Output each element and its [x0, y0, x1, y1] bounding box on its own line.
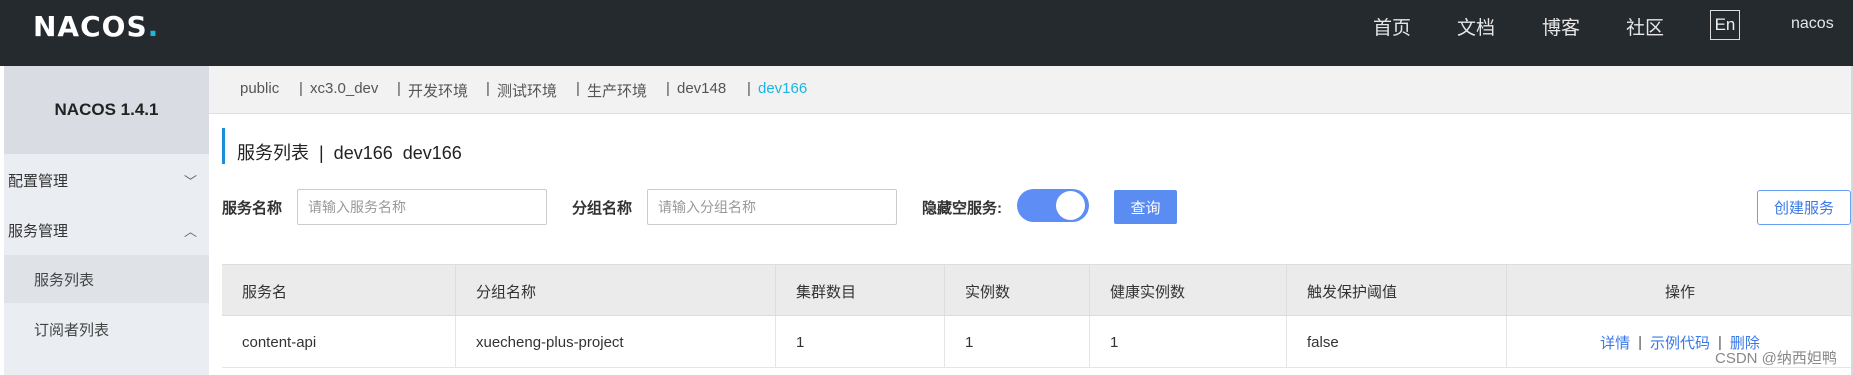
column-header: 触发保护阈值 — [1287, 265, 1507, 317]
user-menu[interactable]: nacos — [1791, 15, 1834, 33]
cell-healthy-count: 1 — [1090, 316, 1287, 368]
namespace-public[interactable]: public — [240, 80, 279, 97]
query-button[interactable]: 查询 — [1114, 190, 1177, 224]
namespace-bar: public | xc3.0_dev | 开发环境 | 测试环境 | 生产环境 … — [209, 66, 1853, 114]
toggle-knob — [1056, 191, 1085, 220]
namespace-dev148[interactable]: dev148 — [677, 80, 726, 97]
service-name-label: 服务名称 — [222, 200, 283, 217]
column-header: 服务名 — [222, 265, 456, 317]
top-header: NACOS. 首页 文档 博客 社区 En nacos — [0, 0, 1853, 66]
chevron-down-icon: ﹀ — [183, 174, 197, 189]
table-row: content-api xuecheng-plus-project 1 1 1 … — [222, 316, 1853, 368]
hide-empty-toggle[interactable] — [1017, 189, 1089, 222]
sidebar-item-subscriber-list[interactable]: 订阅者列表 — [4, 305, 209, 353]
language-toggle-button[interactable]: En — [1710, 10, 1740, 40]
column-header: 集群数目 — [776, 265, 945, 317]
group-name-input[interactable] — [647, 189, 897, 225]
detail-link[interactable]: 详情 — [1600, 332, 1630, 353]
service-name-input[interactable] — [297, 189, 547, 225]
namespace-prod-env[interactable]: 生产环境 — [587, 80, 647, 101]
column-header: 实例数 — [945, 265, 1090, 317]
namespace-separator: | — [747, 80, 751, 97]
cell-cluster-count: 1 — [776, 316, 945, 368]
nacos-logo[interactable]: NACOS. — [33, 10, 159, 43]
sample-code-link[interactable]: 示例代码 — [1650, 332, 1710, 353]
nav-home[interactable]: 首页 — [1373, 13, 1411, 40]
logo-dot: . — [147, 10, 160, 43]
title-accent-bar — [222, 128, 225, 164]
namespace-dev166[interactable]: dev166 — [758, 80, 807, 97]
namespace-separator: | — [299, 80, 303, 97]
sidebar-item-label: 配置管理 — [8, 172, 69, 190]
cell-service-name: content-api — [222, 316, 456, 368]
sidebar: NACOS 1.4.1 配置管理 ﹀ 服务管理 ︿ 服务列表 订阅者列表 — [4, 66, 209, 375]
namespace-separator: | — [666, 80, 670, 97]
namespace-xc3-dev[interactable]: xc3.0_dev — [310, 80, 378, 97]
sidebar-version: NACOS 1.4.1 — [4, 66, 209, 154]
create-service-button[interactable]: 创建服务 — [1757, 190, 1851, 225]
column-header: 操作 — [1664, 283, 1695, 301]
sidebar-item-service-list[interactable]: 服务列表 — [4, 255, 209, 303]
chevron-up-icon: ︿ — [183, 224, 197, 239]
namespace-separator: | — [486, 80, 490, 97]
namespace-separator: | — [397, 80, 401, 97]
hide-empty-label: 隐藏空服务: — [922, 200, 1002, 217]
sidebar-item-label: 服务管理 — [8, 222, 69, 240]
sidebar-item-service-management[interactable]: 服务管理 ︿ — [8, 207, 205, 253]
namespace-dev-env[interactable]: 开发环境 — [408, 80, 468, 101]
cell-group-name: xuecheng-plus-project — [456, 316, 776, 368]
csdn-watermark: CSDN @纳西妲鸭 — [1715, 350, 1837, 367]
sidebar-item-config-management[interactable]: 配置管理 ﹀ — [8, 157, 205, 203]
cell-protect-threshold: false — [1287, 316, 1507, 368]
namespace-test-env[interactable]: 测试环境 — [497, 80, 557, 101]
nav-docs[interactable]: 文档 — [1457, 13, 1495, 40]
cell-instance-count: 1 — [945, 316, 1090, 368]
group-name-label: 分组名称 — [572, 200, 633, 217]
column-header: 健康实例数 — [1090, 265, 1287, 317]
action-separator: | — [1638, 333, 1642, 351]
nav-blog[interactable]: 博客 — [1542, 13, 1580, 40]
column-header: 分组名称 — [456, 265, 776, 317]
logo-text: NACOS — [33, 10, 148, 43]
table-header: 服务名 分组名称 集群数目 实例数 健康实例数 触发保护阈值 操作 — [222, 264, 1853, 317]
nav-community[interactable]: 社区 — [1626, 13, 1664, 40]
page-title: 服务列表 | dev166 dev166 — [237, 143, 462, 163]
namespace-separator: | — [576, 80, 580, 97]
